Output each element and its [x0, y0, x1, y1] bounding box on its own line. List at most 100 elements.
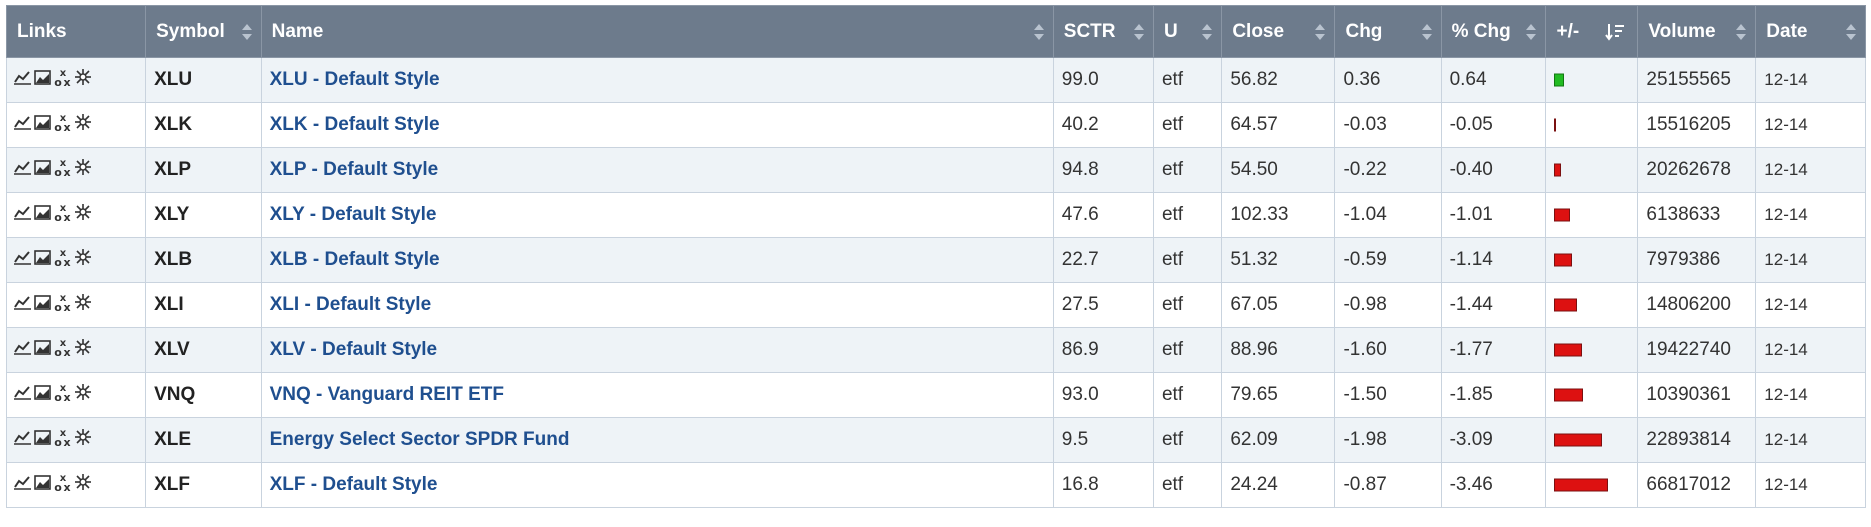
table-row[interactable]: x o x XLI XLI - Default Style 27.5 etf 67.05 -0.…	[5, 282, 1866, 328]
line-chart-icon[interactable]	[14, 339, 31, 361]
table-row[interactable]: x o x XLV XLV - Default Style 86.9 etf 88.96 -1.…	[5, 327, 1866, 373]
area-chart-icon[interactable]	[34, 204, 51, 226]
universe-cell: etf	[1152, 282, 1223, 328]
table-row[interactable]: x o x XLP XLP - Default Style 94.8 etf 54.50 -0.…	[5, 147, 1866, 193]
line-chart-icon[interactable]	[14, 429, 31, 451]
area-chart-icon[interactable]	[34, 384, 51, 406]
sort-icon[interactable]	[1846, 23, 1856, 41]
sort-icon[interactable]	[1421, 23, 1432, 41]
pct-chg-cell: -3.46	[1440, 462, 1547, 508]
line-chart-icon[interactable]	[14, 204, 31, 226]
table-row[interactable]: x o x XLU XLU - Default Style 99.0 etf 56.82 0.3…	[5, 57, 1866, 103]
symbol-cell: XLU	[145, 57, 262, 103]
area-chart-icon[interactable]	[34, 429, 51, 451]
name-link[interactable]: XLU - Default Style	[262, 69, 440, 90]
table-row[interactable]: x o x XLF XLF - Default Style 16.8 etf 24.24 -0.…	[5, 462, 1866, 508]
universe-cell: etf	[1152, 237, 1223, 283]
seasonality-icon[interactable]	[75, 114, 91, 136]
sort-icon[interactable]	[241, 23, 252, 41]
point-figure-icon[interactable]: xox	[54, 157, 72, 183]
seasonality-icon[interactable]	[75, 429, 91, 451]
line-chart-icon[interactable]	[14, 69, 31, 91]
line-chart-icon[interactable]	[14, 249, 31, 271]
table-row[interactable]: x o x XLB XLB - Default Style 22.7 etf 51.32 -0.…	[5, 237, 1866, 283]
sort-icon[interactable]	[1526, 23, 1537, 41]
symbol-cell: XLB	[145, 237, 262, 283]
close-cell: 62.09	[1221, 417, 1336, 463]
seasonality-icon[interactable]	[75, 294, 91, 316]
col-pct-chg[interactable]: % Chg	[1440, 5, 1547, 58]
col-u[interactable]: U	[1152, 5, 1223, 58]
area-chart-icon[interactable]	[34, 339, 51, 361]
seasonality-icon[interactable]	[75, 204, 91, 226]
col-date[interactable]: Date	[1755, 5, 1866, 58]
name-cell: XLI - Default Style	[260, 282, 1054, 328]
seasonality-icon[interactable]	[75, 249, 91, 271]
line-chart-icon[interactable]	[14, 474, 31, 496]
sort-descending-icon[interactable]	[1605, 22, 1625, 42]
plus-minus-cell	[1545, 372, 1639, 418]
col-close[interactable]: Close	[1221, 5, 1336, 58]
name-link[interactable]: XLV - Default Style	[262, 339, 438, 360]
close-cell: 56.82	[1221, 57, 1336, 103]
volume-cell: 7979386	[1637, 237, 1757, 283]
area-chart-icon[interactable]	[34, 159, 51, 181]
col-name[interactable]: Name	[260, 5, 1054, 58]
area-chart-icon[interactable]	[34, 249, 51, 271]
table-row[interactable]: x o x XLK XLK - Default Style 40.2 etf 64.57 -0.…	[5, 102, 1866, 148]
seasonality-icon[interactable]	[75, 384, 91, 406]
point-figure-icon[interactable]: xox	[54, 247, 72, 273]
close-cell: 102.33	[1221, 192, 1336, 238]
point-figure-icon[interactable]: xox	[54, 202, 72, 228]
line-chart-icon[interactable]	[14, 294, 31, 316]
area-chart-icon[interactable]	[34, 474, 51, 496]
sort-icon[interactable]	[1133, 23, 1144, 41]
col-volume[interactable]: Volume	[1637, 5, 1757, 58]
line-chart-icon[interactable]	[14, 159, 31, 181]
col-chg[interactable]: Chg	[1334, 5, 1442, 58]
name-link[interactable]: XLB - Default Style	[262, 249, 440, 270]
table-row[interactable]: x o x XLE Energy Select Sector SPDR Fund 9.5 e…	[5, 417, 1866, 463]
area-chart-icon[interactable]	[34, 69, 51, 91]
point-figure-icon[interactable]: xox	[54, 337, 72, 363]
seasonality-icon[interactable]	[75, 159, 91, 181]
point-figure-icon[interactable]: xox	[54, 112, 72, 138]
change-bar	[1554, 343, 1582, 357]
point-figure-icon[interactable]: xox	[54, 382, 72, 408]
name-link[interactable]: XLY - Default Style	[262, 204, 437, 225]
pct-chg-cell: -0.40	[1440, 147, 1547, 193]
sort-icon[interactable]	[1033, 23, 1044, 41]
seasonality-icon[interactable]	[75, 339, 91, 361]
point-figure-icon[interactable]: xox	[54, 67, 72, 93]
point-figure-icon[interactable]: xox	[54, 472, 72, 498]
date-cell: 12-14	[1755, 57, 1866, 103]
name-link[interactable]: XLK - Default Style	[262, 114, 440, 135]
seasonality-icon[interactable]	[75, 474, 91, 496]
change-bar	[1554, 118, 1557, 132]
name-link[interactable]: Energy Select Sector SPDR Fund	[262, 429, 570, 450]
sort-icon[interactable]	[1202, 23, 1213, 41]
links-cell: xox	[5, 192, 147, 238]
name-link[interactable]: XLI - Default Style	[262, 294, 432, 315]
area-chart-icon[interactable]	[34, 114, 51, 136]
table-row[interactable]: x o x VNQ VNQ - Vanguard REIT ETF 93.0 etf 79.6…	[5, 372, 1866, 418]
name-link[interactable]: XLF - Default Style	[262, 474, 438, 495]
line-chart-icon[interactable]	[14, 384, 31, 406]
point-figure-icon[interactable]: xox	[54, 292, 72, 318]
universe-cell: etf	[1152, 417, 1223, 463]
sort-icon[interactable]	[1736, 23, 1747, 41]
seasonality-icon[interactable]	[75, 69, 91, 91]
area-chart-icon[interactable]	[34, 294, 51, 316]
col-symbol[interactable]: Symbol	[145, 5, 262, 58]
name-link[interactable]: XLP - Default Style	[262, 159, 439, 180]
point-figure-icon[interactable]: xox	[54, 427, 72, 453]
col-sctr[interactable]: SCTR	[1052, 5, 1154, 58]
name-link[interactable]: VNQ - Vanguard REIT ETF	[262, 384, 504, 405]
col-plus-minus[interactable]: +/-	[1545, 5, 1639, 58]
date-cell: 12-14	[1755, 147, 1866, 193]
sort-icon[interactable]	[1315, 23, 1326, 41]
line-chart-icon[interactable]	[14, 114, 31, 136]
name-cell: Energy Select Sector SPDR Fund	[260, 417, 1054, 463]
chg-cell: -1.50	[1334, 372, 1442, 418]
table-row[interactable]: x o x XLY XLY - Default Style 47.6 etf 102.33 -1…	[5, 192, 1866, 238]
